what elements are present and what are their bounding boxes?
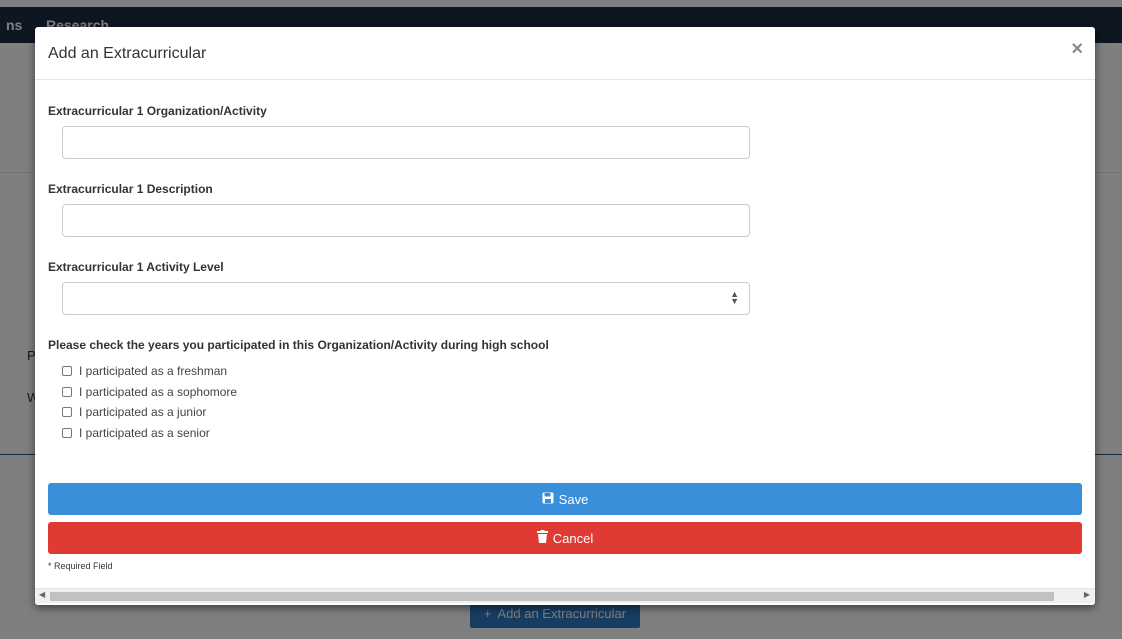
required-field-note: * Required Field [48,561,113,571]
scroll-left-icon[interactable]: ◀ [39,590,45,599]
checkbox-junior-row[interactable]: I participated as a junior [62,405,206,419]
checkbox-label[interactable]: I participated as a sophomore [79,385,237,399]
description-input[interactable] [62,204,750,237]
organization-label: Extracurricular 1 Organization/Activity [48,104,267,118]
description-label: Extracurricular 1 Description [48,182,213,196]
save-label: Save [558,491,589,507]
checkbox[interactable] [62,407,72,417]
scrollbar-thumb[interactable] [50,592,1054,601]
checkbox-label[interactable]: I participated as a senior [79,426,210,440]
cancel-label: Cancel [552,530,594,546]
organization-input[interactable] [62,126,750,159]
add-extracurricular-modal: Add an Extracurricular × Extracurricular… [35,27,1095,605]
checkbox-sophomore-row[interactable]: I participated as a sophomore [62,385,237,399]
save-button[interactable]: Save [48,483,1082,515]
checkbox-senior-row[interactable]: I participated as a senior [62,426,210,440]
floppy-disk-icon [542,492,554,507]
select-arrows-icon: ▲ ▼ [730,289,739,306]
checkbox[interactable] [62,387,72,397]
modal-header: Add an Extracurricular × [35,27,1095,80]
close-icon[interactable]: × [1071,39,1083,59]
horizontal-scrollbar[interactable]: ◀ ▶ [35,588,1095,603]
modal-title: Add an Extracurricular [48,45,207,62]
activity-level-select[interactable]: ▲ ▼ [62,282,750,315]
cancel-button[interactable]: Cancel [48,522,1082,554]
checkbox-label[interactable]: I participated as a freshman [79,364,227,378]
activity-level-label: Extracurricular 1 Activity Level [48,260,224,274]
checkbox[interactable] [62,428,72,438]
checkbox-freshman-row[interactable]: I participated as a freshman [62,364,227,378]
checkbox-label[interactable]: I participated as a junior [79,405,206,419]
trash-icon [536,530,548,546]
years-prompt: Please check the years you participated … [48,338,549,352]
scroll-right-icon[interactable]: ▶ [1084,590,1090,599]
checkbox[interactable] [62,366,72,376]
